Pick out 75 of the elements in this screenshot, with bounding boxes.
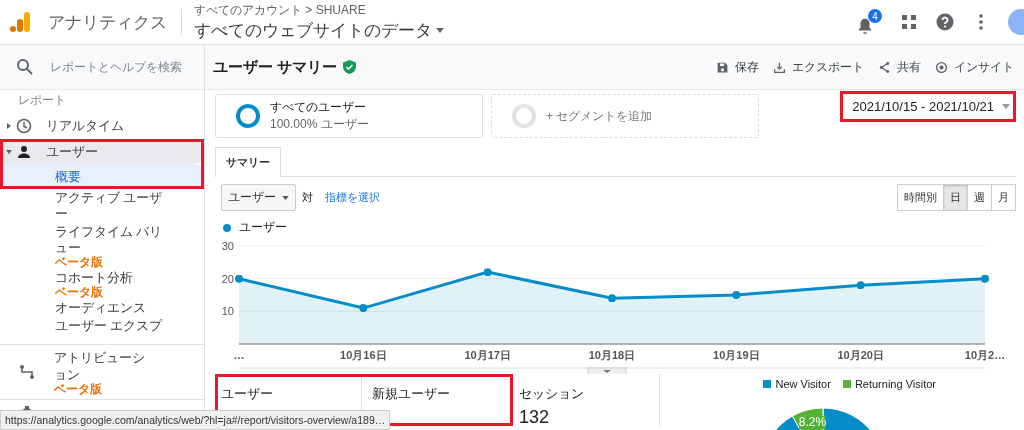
x-tick-label: 10月19日: [713, 349, 760, 361]
bar-chart-logo-icon: [10, 11, 32, 33]
save-button[interactable]: 保存: [716, 58, 759, 76]
page-title: ユーザー サマリー: [213, 57, 338, 77]
y-tick-label: 10: [221, 305, 234, 318]
segment-name: + セグメントを追加: [546, 107, 653, 125]
nav-subitem[interactable]: 概要: [0, 165, 204, 189]
granularity-toggle[interactable]: 月: [991, 184, 1016, 211]
share-button[interactable]: 共有: [878, 58, 921, 76]
versus-label: 対: [302, 190, 313, 205]
x-tick-label: …: [233, 349, 245, 361]
bell-icon: [856, 17, 874, 35]
nav-item[interactable]: アトリビューション ベータ版: [0, 344, 204, 399]
segment-name: すべてのユーザー: [270, 99, 367, 116]
route-icon: [18, 363, 36, 381]
share-icon: [878, 60, 891, 74]
tab[interactable]: サマリー: [215, 147, 281, 177]
view-selector[interactable]: すべてのウェブサイトのデータ: [194, 19, 444, 42]
expanded-arrow-icon[interactable]: [6, 149, 12, 155]
notification-badge: 4: [868, 9, 882, 23]
expand-handle[interactable]: [587, 367, 627, 374]
x-tick-label: 10月17日: [464, 349, 511, 361]
granularity-toggle[interactable]: 日: [943, 184, 968, 211]
collapsed-arrow-icon[interactable]: [6, 123, 12, 129]
app-name: アナリティクス: [48, 11, 167, 34]
notifications-button[interactable]: 4: [856, 9, 882, 35]
metric-dropdown[interactable]: ユーザー: [221, 184, 296, 211]
legend-label: ユーザー: [239, 219, 287, 236]
granularity-toggle[interactable]: 週: [967, 184, 992, 211]
nav-item[interactable]: ユーザー: [0, 139, 204, 165]
download-icon: [773, 60, 786, 74]
nav-subitem[interactable]: アクティブ ユーザー: [0, 189, 204, 223]
section-label: レポート: [17, 92, 66, 109]
nav-item[interactable]: リアルタイム: [0, 113, 204, 139]
nav-subitem[interactable]: オーディエンス: [0, 299, 204, 317]
clock-icon: [16, 118, 32, 134]
metric-value: 132: [519, 407, 551, 428]
caret-icon: [282, 195, 289, 200]
search-icon[interactable]: [16, 58, 34, 76]
nav-subitem[interactable]: ユーザー エクスプ: [0, 317, 204, 335]
date-range-picker[interactable]: 2021/10/15 - 2021/10/21: [840, 91, 1016, 122]
url-tooltip: https://analytics.google.com/analytics/web/?hl=ja#/report/visitors-overview/a189…: [0, 410, 391, 430]
slice-label: 8.2%: [798, 416, 827, 429]
segment-ring-icon: [236, 104, 260, 128]
caret-icon: [436, 28, 444, 33]
metric-label: ユーザー: [221, 386, 274, 403]
add-segment-button[interactable]: + セグメントを追加: [491, 94, 759, 138]
x-tick-label: 10月18日: [588, 349, 636, 361]
segment-detail: 100.00% ユーザー: [270, 116, 369, 133]
beta-label: ベータ版: [55, 256, 104, 268]
x-tick-label: 10月20日: [837, 349, 884, 361]
apps-grid-icon[interactable]: [900, 13, 918, 31]
granularity-toggle[interactable]: 時間別: [897, 184, 944, 211]
choose-metric-link[interactable]: 指標を選択: [325, 190, 380, 205]
shield-check-icon: [343, 60, 357, 74]
breadcrumb[interactable]: すべてのアカウント > SHUARE: [194, 2, 444, 19]
metric-label: セッション: [519, 386, 585, 403]
x-tick-label: 10月2…: [964, 349, 1006, 361]
target-icon: [935, 60, 948, 74]
nav-subitem[interactable]: コホート分析 ベータ版: [0, 269, 204, 299]
person-icon: [16, 144, 32, 160]
legend-label: New Visitor: [775, 378, 831, 390]
y-tick-label: 20: [221, 272, 234, 285]
caret-icon: [1002, 104, 1010, 109]
segment-card[interactable]: すべてのユーザー 100.00% ユーザー: [215, 94, 483, 138]
help-icon[interactable]: [936, 13, 954, 31]
x-tick-label: 10月16日: [340, 349, 387, 361]
metric-label: 新規ユーザー: [372, 386, 451, 403]
insight-button[interactable]: インサイト: [935, 58, 1014, 76]
export-button[interactable]: エクスポート: [773, 58, 864, 76]
legend-label: Returning Visitor: [854, 378, 936, 390]
nav-subitem[interactable]: ライフタイム バリュー ベータ版: [0, 223, 204, 269]
y-tick-label: 30: [221, 240, 234, 252]
segment-ring-icon: [512, 104, 536, 128]
beta-label: ベータ版: [55, 286, 104, 298]
